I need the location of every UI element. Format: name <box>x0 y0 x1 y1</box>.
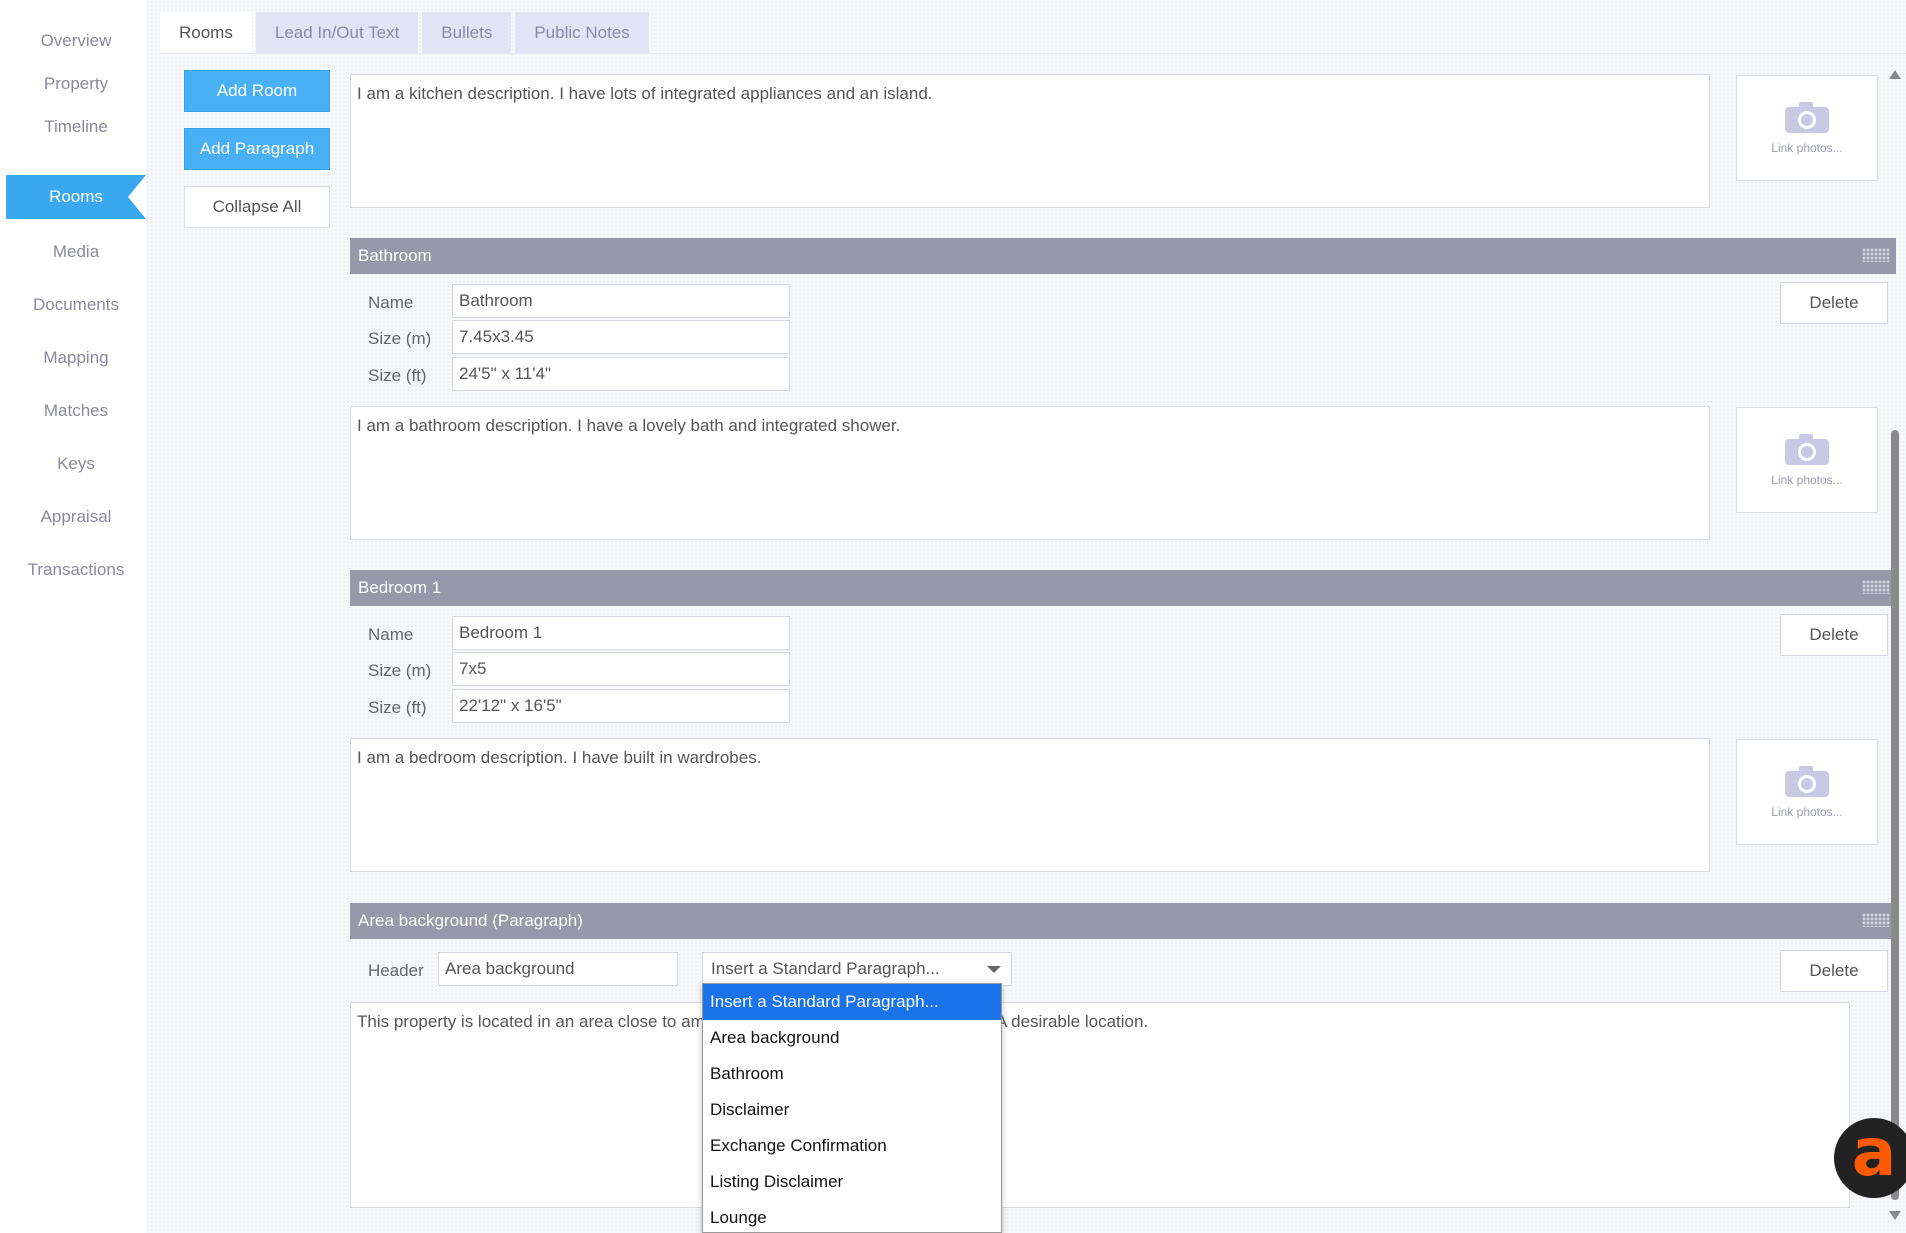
drag-handle-icon[interactable] <box>1862 248 1890 262</box>
app-logo-icon[interactable]: a <box>1834 1118 1906 1198</box>
dropdown-option[interactable]: Lounge <box>703 1200 1001 1232</box>
link-photos-label: Link photos... <box>1771 473 1843 487</box>
section-title: Area background (Paragraph) <box>358 911 583 930</box>
room-section-bathroom: Bathroom Name Bathroom Size (m) 7.45x3.4… <box>350 238 1896 548</box>
paragraph-text-end: A desirable location. <box>996 1012 1149 1031</box>
room-section-kitchen: I am a kitchen description. I have lots … <box>350 74 1896 210</box>
section-header[interactable]: Bedroom 1 <box>350 570 1896 606</box>
section-title: Bathroom <box>358 246 432 265</box>
scroll-down-icon[interactable] <box>1889 1211 1901 1220</box>
size-m-input[interactable]: 7x5 <box>452 652 790 686</box>
room-description[interactable]: I am a bedroom description. I have built… <box>350 738 1710 872</box>
add-room-button[interactable]: Add Room <box>184 70 330 112</box>
sidebar-item-rooms[interactable]: Rooms <box>6 175 146 219</box>
name-input[interactable]: Bathroom <box>452 284 790 318</box>
sidebar-item-label: Rooms <box>49 187 103 206</box>
sidebar-item-transactions[interactable]: Transactions <box>6 548 146 592</box>
size-ft-input[interactable]: 24'5" x 11'4" <box>452 357 790 391</box>
section-header[interactable]: Area background (Paragraph) <box>350 903 1896 939</box>
scroll-up-icon[interactable] <box>1889 70 1901 79</box>
dropdown-option[interactable]: Insert a Standard Paragraph... <box>703 984 1001 1020</box>
sidebar-item-label: Appraisal <box>40 507 112 526</box>
chevron-down-icon <box>987 966 1001 973</box>
name-input[interactable]: Bedroom 1 <box>452 616 790 650</box>
name-label: Name <box>368 625 414 644</box>
sidebar: Overview Property Timeline Rooms Media D… <box>0 0 146 1233</box>
tab-bullets[interactable]: Bullets <box>422 12 512 54</box>
paragraph-section-area-background: Area background (Paragraph) Header Area … <box>350 903 1896 1221</box>
sidebar-item-keys[interactable]: Keys <box>6 442 146 486</box>
link-photos-button[interactable]: Link photos... <box>1736 75 1878 181</box>
section-header[interactable]: Bathroom <box>350 238 1896 274</box>
dropdown-option[interactable]: Disclaimer <box>703 1092 1001 1128</box>
sidebar-item-label: Keys <box>57 454 95 473</box>
drag-handle-icon[interactable] <box>1862 913 1890 927</box>
dropdown-option[interactable]: Bathroom <box>703 1056 1001 1092</box>
sidebar-item-mapping[interactable]: Mapping <box>6 336 146 380</box>
sidebar-item-property[interactable]: Property <box>6 62 146 106</box>
sidebar-item-timeline[interactable]: Timeline <box>6 105 146 149</box>
standard-paragraph-dropdown: Insert a Standard Paragraph... Area back… <box>702 983 1002 1233</box>
dropdown-option[interactable]: Area background <box>703 1020 1001 1056</box>
size-ft-label: Size (ft) <box>368 366 427 385</box>
link-photos-label: Link photos... <box>1771 141 1843 155</box>
collapse-all-button[interactable]: Collapse All <box>184 186 330 228</box>
active-indicator <box>128 175 146 219</box>
paragraph-text[interactable]: This property is located in an area clos… <box>350 1002 1850 1208</box>
camera-icon <box>1785 766 1829 797</box>
room-section-bedroom-1: Bedroom 1 Name Bedroom 1 Size (m) 7x5 Si… <box>350 570 1896 880</box>
paragraph-text-start: This property is located in an area clos… <box>357 1012 705 1031</box>
sidebar-item-label: Matches <box>43 401 109 420</box>
sidebar-item-overview[interactable]: Overview <box>6 19 146 63</box>
size-m-label: Size (m) <box>368 329 432 348</box>
camera-icon <box>1785 434 1829 465</box>
sidebar-item-label: Transactions <box>27 560 125 579</box>
section-title: Bedroom 1 <box>358 578 442 597</box>
sidebar-item-label: Documents <box>33 295 119 314</box>
tab-public-notes[interactable]: Public Notes <box>515 12 649 54</box>
main-panel: Rooms Lead In/Out Text Bullets Public No… <box>146 0 1906 1233</box>
dropdown-option[interactable]: Listing Disclaimer <box>703 1164 1001 1200</box>
link-photos-button[interactable]: Link photos... <box>1736 407 1878 513</box>
header-input[interactable]: Area background <box>438 952 678 986</box>
link-photos-label: Link photos... <box>1771 805 1843 819</box>
link-photos-button[interactable]: Link photos... <box>1736 739 1878 845</box>
standard-paragraph-select[interactable]: Insert a Standard Paragraph... <box>702 952 1012 986</box>
header-label: Header <box>368 961 424 980</box>
size-ft-input[interactable]: 22'12" x 16'5" <box>452 689 790 723</box>
camera-icon <box>1785 102 1829 133</box>
sidebar-item-label: Media <box>52 242 100 261</box>
delete-button[interactable]: Delete <box>1780 950 1888 992</box>
sidebar-item-media[interactable]: Media <box>6 230 146 274</box>
tab-divider <box>160 53 1906 54</box>
add-paragraph-button[interactable]: Add Paragraph <box>184 128 330 170</box>
tab-rooms[interactable]: Rooms <box>160 12 252 54</box>
delete-button[interactable]: Delete <box>1780 614 1888 656</box>
tab-lead-in-out-text[interactable]: Lead In/Out Text <box>255 12 419 54</box>
size-m-input[interactable]: 7.45x3.45 <box>452 320 790 354</box>
size-m-label: Size (m) <box>368 661 432 680</box>
size-ft-label: Size (ft) <box>368 698 427 717</box>
room-description[interactable]: I am a kitchen description. I have lots … <box>350 74 1710 208</box>
drag-handle-icon[interactable] <box>1862 580 1890 594</box>
vertical-scrollbar[interactable] <box>1888 70 1902 1220</box>
select-value: Insert a Standard Paragraph... <box>711 959 940 978</box>
sidebar-item-documents[interactable]: Documents <box>6 283 146 327</box>
sidebar-item-matches[interactable]: Matches <box>6 389 146 433</box>
sidebar-item-label: Timeline <box>44 117 108 136</box>
sidebar-item-label: Property <box>43 74 109 93</box>
tab-bar: Rooms Lead In/Out Text Bullets Public No… <box>160 12 653 54</box>
sidebar-item-label: Mapping <box>43 348 109 367</box>
sidebar-item-label: Overview <box>40 31 112 50</box>
dropdown-option[interactable]: Exchange Confirmation <box>703 1128 1001 1164</box>
room-description[interactable]: I am a bathroom description. I have a lo… <box>350 406 1710 540</box>
delete-button[interactable]: Delete <box>1780 282 1888 324</box>
scrollbar-thumb[interactable] <box>1891 430 1899 1200</box>
sidebar-item-appraisal[interactable]: Appraisal <box>6 495 146 539</box>
name-label: Name <box>368 293 414 312</box>
